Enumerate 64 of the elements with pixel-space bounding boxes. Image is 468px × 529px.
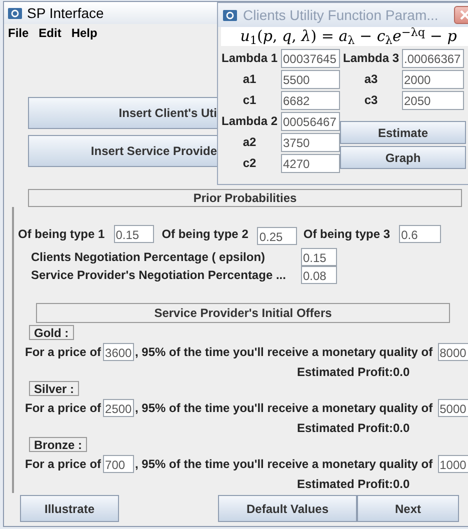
offer-text: , 95% of the time you'll receive a monetary quality of xyxy=(135,400,433,417)
input-field[interactable]: 0.6 xyxy=(399,225,442,243)
parameter-label: a1 xyxy=(242,71,258,88)
input-field[interactable]: 2500 xyxy=(103,399,134,417)
parameter-label: c1 xyxy=(242,92,258,109)
input-field[interactable]: 0.25 xyxy=(257,227,298,245)
parameter-label: a2 xyxy=(242,134,258,151)
input-field[interactable]: 3750 xyxy=(281,132,340,152)
input-field[interactable]: 700 xyxy=(103,455,134,473)
probability-label: Of being type 3 xyxy=(303,226,390,243)
offer-text: , 95% of the time you'll receive a monetary quality of xyxy=(135,456,433,473)
offer-text: For a price of xyxy=(25,344,102,361)
offer-text: , 95% of the time you'll receive a monetary quality of xyxy=(135,344,433,361)
input-field[interactable]: 2000 xyxy=(402,70,464,88)
input-field[interactable]: 1000 xyxy=(438,455,468,473)
default-values-button[interactable]: Default Values xyxy=(218,495,357,522)
java-icon xyxy=(223,10,237,20)
input-field[interactable]: 0.15 xyxy=(301,248,337,266)
illustrate-button[interactable]: Illustrate xyxy=(20,495,119,522)
input-field[interactable]: 00056467 xyxy=(281,112,340,130)
next-button[interactable]: Next xyxy=(357,495,459,522)
negotiation-label: Clients Negotiation Percentage ( epsilon) xyxy=(31,249,266,266)
estimated-profit: Estimated Profit:0.0 xyxy=(297,364,411,381)
java-icon xyxy=(8,8,22,18)
utility-formula: u$_{1}$(p, q, λ) = a$_{λ}$ − c$_{λ}$e$^{−λq}$ − p xyxy=(240,25,457,48)
tier-label: Gold : xyxy=(29,325,74,340)
section-header: Service Provider's Initial Offers xyxy=(36,303,450,323)
insert-button[interactable]: Insert Client's Uti xyxy=(28,97,219,129)
graph-button[interactable]: Graph xyxy=(340,146,466,169)
probability-label: Of being type 2 xyxy=(162,226,248,243)
window-title: Clients Utility Function Param... xyxy=(243,6,438,25)
input-field[interactable]: 3600 xyxy=(103,343,134,361)
tier-label: Silver : xyxy=(29,381,80,396)
input-field[interactable]: 0.08 xyxy=(301,266,337,284)
parameter-label: Lambda 3 xyxy=(342,50,400,67)
probability-label: Of being type 1 xyxy=(18,226,105,243)
close-icon xyxy=(460,10,468,20)
input-field[interactable]: 5500 xyxy=(281,70,340,88)
input-field[interactable]: 8000 xyxy=(438,343,468,361)
estimated-profit: Estimated Profit:0.0 xyxy=(297,420,411,437)
window-title: SP Interface xyxy=(27,4,104,22)
input-field[interactable]: 5000 xyxy=(438,399,468,417)
input-field[interactable]: 6682 xyxy=(281,90,340,110)
insert-button[interactable]: Insert Service Provide xyxy=(28,135,219,167)
parameter-label: Lambda 2 xyxy=(220,113,278,130)
menu-item[interactable]: File xyxy=(8,24,29,42)
offer-text: For a price of xyxy=(25,400,102,417)
input-field[interactable]: 00037645 xyxy=(281,48,340,68)
menu-item[interactable]: Help xyxy=(71,24,98,42)
input-field[interactable]: 4270 xyxy=(281,154,340,172)
input-field[interactable]: .00066367 xyxy=(402,48,464,68)
parameter-label: c3 xyxy=(363,92,379,109)
estimate-button[interactable]: Estimate xyxy=(340,121,466,144)
input-field[interactable]: 2050 xyxy=(402,90,464,110)
tier-label: Bronze : xyxy=(29,437,87,452)
menu-item[interactable]: Edit xyxy=(38,24,62,42)
parameter-label: a3 xyxy=(363,71,379,88)
negotiation-label: Service Provider's Negotiation Percentage ... xyxy=(31,267,287,284)
parameter-label: Lambda 1 xyxy=(220,50,278,67)
offer-text: For a price of xyxy=(25,456,102,473)
parameter-label: c2 xyxy=(242,155,258,172)
estimated-profit: Estimated Profit:0.0 xyxy=(297,476,411,493)
input-field[interactable]: 0.15 xyxy=(114,225,154,243)
section-header: Prior Probabilities xyxy=(28,189,462,207)
